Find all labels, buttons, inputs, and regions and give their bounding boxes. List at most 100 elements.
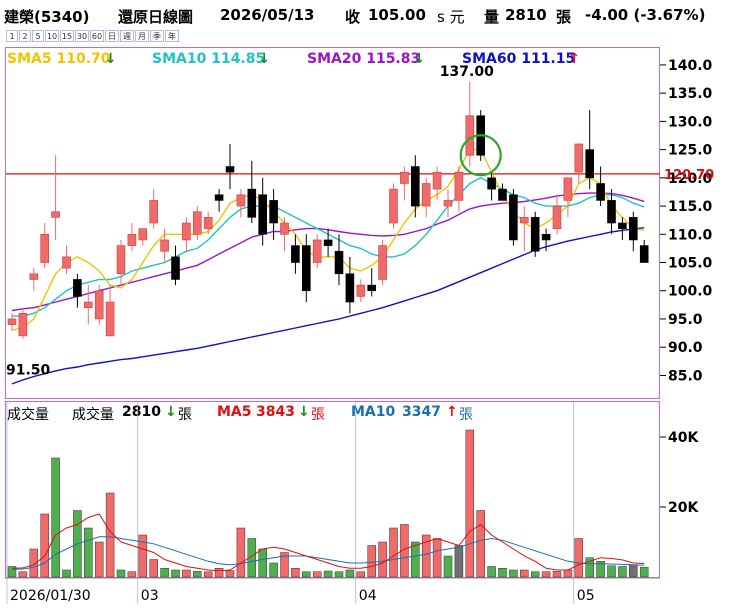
candle	[389, 183, 398, 229]
volume-bar	[105, 492, 115, 578]
candle	[94, 285, 104, 325]
candle-body	[410, 166, 420, 207]
candle	[236, 189, 246, 218]
volume-bar	[225, 570, 235, 578]
candle	[84, 285, 93, 325]
volume-bar	[94, 541, 104, 578]
candle-body	[236, 194, 246, 207]
volume-bar	[40, 513, 49, 578]
candle-body	[29, 273, 39, 280]
volume-bar	[498, 568, 507, 578]
candle	[367, 268, 377, 297]
candle	[509, 189, 518, 246]
candle-body	[367, 284, 377, 292]
x-tick-label: 04	[359, 588, 377, 604]
price-tick-label: 135.0	[668, 86, 713, 102]
volume-bar	[443, 555, 453, 578]
candle	[400, 166, 409, 201]
volume-tick-label: 40K	[668, 430, 699, 446]
candle-body	[51, 211, 60, 218]
volume-bar	[367, 545, 376, 578]
volume-tick-label: 20K	[668, 500, 699, 516]
candle-body	[618, 222, 627, 229]
candle-body	[356, 284, 366, 297]
reference-price-label: 120.70	[664, 168, 714, 183]
candle	[465, 81, 475, 167]
price-annotation-max: 137.00	[440, 64, 494, 80]
candle	[40, 223, 50, 269]
volume-bar	[269, 562, 278, 578]
price-tick-label: 125.0	[668, 143, 713, 159]
candle-body	[138, 228, 148, 241]
volume-bar	[389, 527, 398, 578]
candle	[519, 206, 529, 252]
candle-body	[607, 200, 616, 224]
volume-bar	[214, 568, 224, 578]
candle	[138, 228, 148, 246]
volume-bar	[487, 566, 496, 578]
price-tick-label: 115.0	[668, 199, 713, 215]
price-tick-label: 105.0	[668, 256, 713, 272]
candle-body	[596, 183, 605, 201]
candle	[628, 211, 638, 252]
price-tick-label: 90.0	[668, 340, 703, 356]
x-tick-label: 2026/01/30	[10, 588, 91, 604]
candle	[421, 177, 431, 218]
volume-bar	[291, 568, 300, 578]
volume-bar	[465, 429, 475, 578]
volume-bar	[62, 569, 71, 578]
volume-bar	[127, 571, 137, 578]
candle-body	[312, 239, 322, 263]
volume-bar	[378, 541, 387, 578]
candle	[29, 268, 39, 291]
volume-bar	[236, 527, 246, 578]
candle-body	[73, 279, 82, 297]
volume-bar	[356, 571, 366, 578]
candle-body	[291, 245, 300, 263]
x-tick-label: 03	[141, 588, 159, 604]
stock-chart: 85.090.095.0100.0105.0110.0115.0120.0125…	[5, 58, 714, 604]
candle-body	[552, 205, 562, 229]
candle	[214, 189, 224, 212]
volume-bar	[618, 566, 627, 578]
candle-body	[171, 256, 180, 280]
candle-body	[639, 245, 649, 263]
candle-body	[530, 217, 540, 252]
candle-body	[182, 222, 191, 241]
candle	[203, 211, 213, 235]
volume-bar	[541, 571, 551, 578]
candle	[596, 166, 605, 207]
volume-bar	[84, 527, 93, 578]
candle	[149, 189, 158, 229]
volume-bar	[552, 571, 562, 578]
candle	[225, 143, 235, 190]
price-tick-label: 95.0	[668, 312, 703, 328]
volume-bar	[563, 569, 573, 578]
candle-body	[487, 177, 496, 190]
candle-body	[301, 245, 311, 292]
candle	[280, 217, 289, 252]
volume-bar	[411, 541, 420, 578]
volume-bar	[476, 510, 485, 578]
candle	[574, 143, 584, 184]
x-tick-label: 05	[577, 588, 595, 604]
candle-body	[519, 217, 529, 224]
volume-bar	[574, 538, 584, 578]
volume-bar	[182, 569, 191, 578]
volume-bar	[432, 538, 442, 578]
candle-body	[225, 166, 235, 173]
candle	[552, 194, 562, 235]
candle-body	[574, 143, 584, 173]
volume-bar	[51, 457, 60, 578]
candle	[312, 234, 322, 269]
candle	[585, 110, 595, 190]
volume-bar	[639, 566, 649, 578]
candle	[563, 177, 573, 218]
volume-bar	[258, 548, 267, 578]
candle-body	[40, 233, 50, 263]
volume-bar	[509, 569, 518, 578]
candle-body	[323, 239, 333, 246]
candle-body	[400, 171, 409, 184]
candle-body	[541, 233, 551, 241]
candle-body	[465, 115, 475, 156]
